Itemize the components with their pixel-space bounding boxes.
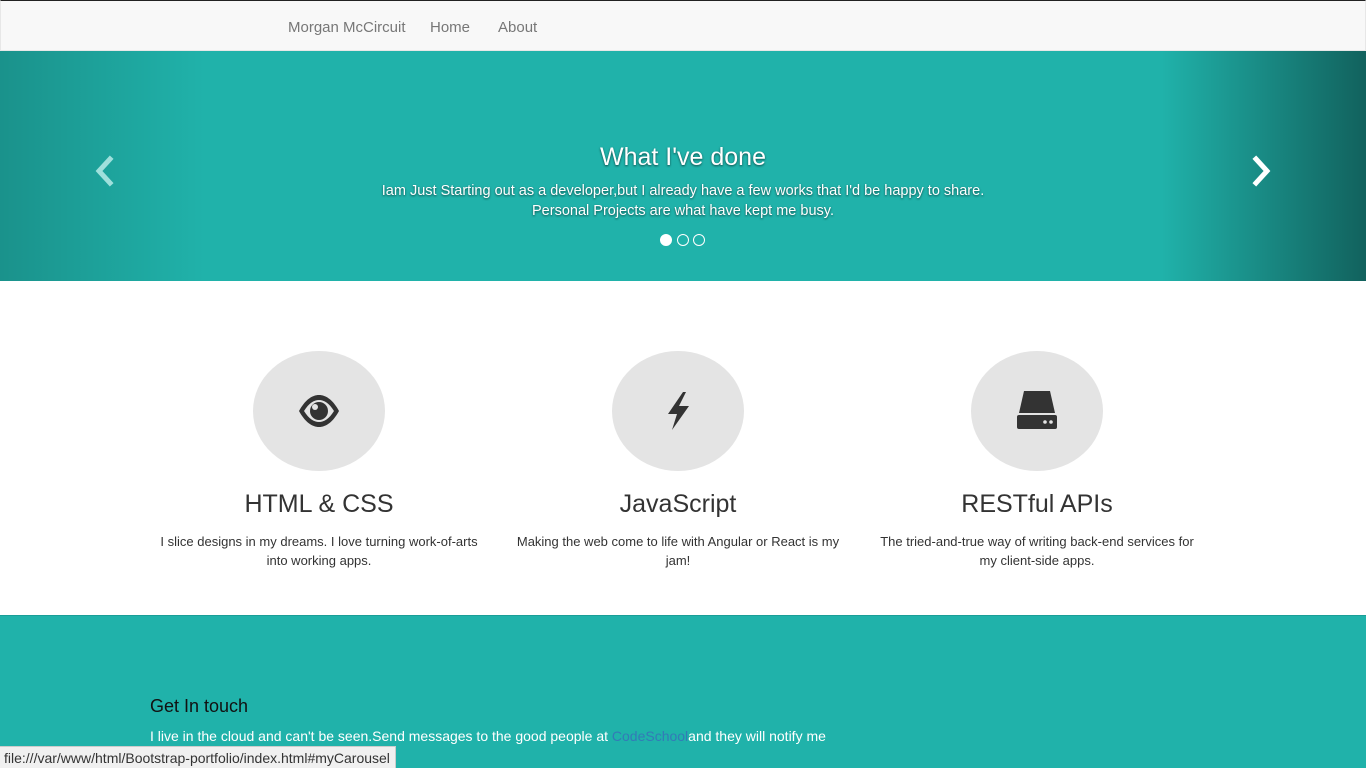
feature-title: JavaScript (619, 490, 737, 518)
carousel-indicator-1[interactable] (660, 234, 672, 246)
features-section: HTML & CSS I slice designs in my dreams.… (0, 281, 1366, 615)
eye-icon (299, 395, 339, 427)
feature-text: Making the web come to life with Angular… (516, 534, 840, 568)
feature-icon-circle (612, 351, 744, 471)
feature-title: RESTful APIs (961, 490, 1113, 518)
contact-heading: Get In touch (150, 696, 249, 716)
nav-item-about[interactable]: About (498, 19, 537, 36)
carousel: What I've done Iam Just Starting out as … (0, 51, 1366, 281)
feature-javascript: JavaScript Making the web come to life w… (508, 351, 848, 570)
carousel-indicator-2[interactable] (677, 234, 689, 246)
codeschool-link[interactable]: CodeSchool (612, 728, 688, 744)
feature-text: The tried-and-true way of writing back-e… (880, 534, 1194, 568)
carousel-indicators (660, 234, 706, 246)
carousel-indicator-3[interactable] (693, 234, 705, 246)
feature-title: HTML & CSS (244, 490, 394, 518)
feature-icon-circle (971, 351, 1103, 471)
contact-text-after: and they will notify me (688, 728, 826, 744)
carousel-next-button[interactable] (1246, 154, 1276, 188)
chevron-left-icon (95, 155, 114, 187)
nav-item-home[interactable]: Home (430, 19, 470, 36)
contact-text-before: I live in the cloud and can't be seen.Se… (150, 728, 612, 744)
carousel-caption-line-1: Iam Just Starting out as a developer,but… (381, 183, 985, 199)
carousel-caption: What I've done Iam Just Starting out as … (283, 141, 1083, 221)
feature-html-css: HTML & CSS I slice designs in my dreams.… (149, 351, 489, 570)
navbar-brand[interactable]: Morgan McCircuit (288, 19, 406, 36)
carousel-caption-title: What I've done (600, 143, 766, 171)
navbar: Morgan McCircuit Home About (0, 0, 1366, 51)
feature-icon-circle (253, 351, 385, 471)
feature-restful-apis: RESTful APIs The tried-and-true way of w… (867, 351, 1207, 570)
chevron-right-icon (1252, 155, 1271, 187)
carousel-prev-button[interactable] (90, 154, 120, 188)
carousel-caption-text: Iam Just Starting out as a developer,but… (283, 181, 1083, 221)
feature-text: I slice designs in my dreams. I love tur… (160, 534, 478, 568)
server-icon (1017, 391, 1057, 429)
carousel-caption-line-2: Personal Projects are what have kept me … (532, 203, 834, 219)
bolt-icon (668, 392, 689, 430)
browser-status-url: file:///var/www/html/Bootstrap-portfolio… (0, 746, 396, 768)
contact-text: I live in the cloud and can't be seen.Se… (150, 728, 826, 744)
